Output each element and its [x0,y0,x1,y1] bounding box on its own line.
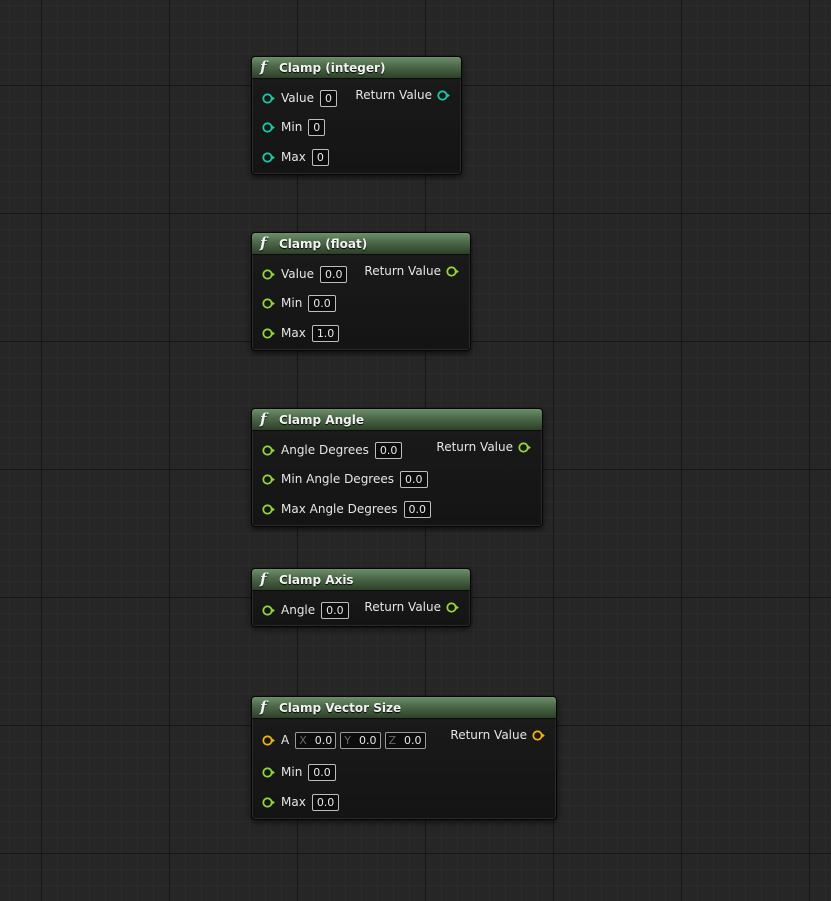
pin-label: Value [281,91,314,105]
max-angle-degrees-input[interactable]: 0.0 [403,500,432,518]
node-header[interactable]: f Clamp Angle [252,409,542,431]
vector-z-input[interactable]: Z 0.0 [384,731,426,749]
node-header[interactable]: f Clamp (float) [252,233,470,255]
z-axis-label: Z [388,733,397,747]
input-pin-angle[interactable] [262,604,275,617]
input-pin-max-angle-degrees[interactable] [262,503,275,516]
x-axis-label: X [299,733,307,747]
clamp-float-node[interactable]: f Clamp (float) Value 0.0 Return Value M… [251,232,471,351]
node-title: Clamp Angle [279,412,364,427]
return-label: Return Value [364,264,441,278]
angle-input[interactable]: 0.0 [321,601,349,619]
return-value-pin[interactable] [446,265,459,278]
max-input[interactable]: 0.0 [311,793,340,811]
return-label: Return Value [355,88,432,102]
y-value: 0.0 [359,733,377,747]
pin-label: Max [281,150,306,164]
vector-y-input[interactable]: Y 0.0 [340,731,381,749]
input-pin-min[interactable] [262,121,275,134]
pin-label: Min Angle Degrees [281,472,394,486]
y-axis-label: Y [344,733,351,747]
function-icon: f [260,58,267,76]
min-input[interactable]: 0 [308,118,326,136]
return-label: Return Value [450,728,527,742]
clamp-angle-node[interactable]: f Clamp Angle Angle Degrees 0.0 Return V… [251,408,543,527]
node-header[interactable]: f Clamp Axis [252,569,470,591]
node-title: Clamp Axis [279,572,354,587]
pin-label: A [281,733,290,747]
input-pin-value[interactable] [262,92,275,105]
clamp-axis-node[interactable]: f Clamp Axis Angle 0.0 Return Value [251,568,471,627]
return-value-pin[interactable] [518,441,531,454]
clamp-integer-node[interactable]: f Clamp (integer) Value 0 Return Value M… [251,56,462,175]
pin-label: Max [281,795,306,809]
pin-label: Value [281,267,314,281]
value-input[interactable]: 0.0 [319,265,348,283]
function-icon: f [260,570,267,588]
min-angle-degrees-input[interactable]: 0.0 [400,470,428,488]
pin-label: Angle Degrees [281,443,369,457]
input-pin-a[interactable] [262,734,275,747]
node-title: Clamp Vector Size [279,700,402,715]
node-title: Clamp (integer) [279,60,386,75]
max-input[interactable]: 1.0 [311,324,340,342]
vector-x-input[interactable]: X 0.0 [295,731,337,749]
pin-label: Min [281,120,303,134]
input-pin-min[interactable] [262,297,275,310]
return-value-pin[interactable] [532,729,545,742]
max-input[interactable]: 0 [311,148,329,166]
pin-label: Min [281,765,303,779]
function-icon: f [260,698,267,716]
function-icon: f [260,410,267,428]
clamp-vector-size-node[interactable]: f Clamp Vector Size A X 0.0 Y 0.0 Z 0.0 … [251,696,557,820]
pin-label: Max Angle Degrees [281,502,398,516]
return-label: Return Value [436,440,513,454]
input-pin-max[interactable] [262,796,275,809]
node-title: Clamp (float) [279,236,368,251]
input-pin-min[interactable] [262,766,275,779]
return-value-pin[interactable] [437,89,450,102]
pin-label: Max [281,326,306,340]
angle-degrees-input[interactable]: 0.0 [374,441,403,459]
input-pin-min-angle-degrees[interactable] [262,473,275,486]
return-label: Return Value [364,600,441,614]
node-header[interactable]: f Clamp Vector Size [252,697,556,719]
value-input[interactable]: 0 [319,89,337,107]
input-pin-max[interactable] [262,151,275,164]
pin-label: Angle [281,603,316,617]
node-header[interactable]: f Clamp (integer) [252,57,461,79]
pin-label: Min [281,296,303,310]
min-input[interactable]: 0.0 [308,294,336,312]
min-input[interactable]: 0.0 [308,763,336,781]
function-icon: f [260,234,267,252]
x-value: 0.0 [314,733,333,747]
z-value: 0.0 [404,733,422,747]
return-value-pin[interactable] [446,601,459,614]
input-pin-angle-degrees[interactable] [262,444,275,457]
input-pin-value[interactable] [262,268,275,281]
input-pin-max[interactable] [262,327,275,340]
